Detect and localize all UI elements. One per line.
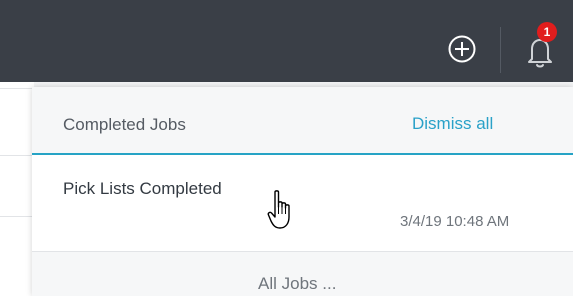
notifications-dropdown: Completed Jobs Dismiss all Pick Lists Co… (32, 87, 573, 296)
notifications-footer: All Jobs ... (32, 252, 573, 296)
notification-title: Pick Lists Completed (63, 179, 222, 198)
hand-pointer-cursor-icon (267, 190, 290, 229)
all-jobs-link[interactable]: All Jobs ... (258, 274, 336, 294)
divider (0, 155, 34, 156)
notifications-header: Completed Jobs Dismiss all (32, 87, 573, 155)
header-divider (500, 27, 501, 73)
divider (0, 216, 34, 217)
top-navigation-bar: 1 (0, 0, 573, 82)
panel-title: Completed Jobs (63, 115, 186, 134)
notification-item[interactable]: Pick Lists Completed 3/4/19 10:48 AM (32, 155, 573, 252)
add-button[interactable] (446, 33, 478, 65)
plus-circle-icon (448, 35, 476, 63)
notification-timestamp: 3/4/19 10:48 AM (400, 213, 510, 230)
notification-count-badge: 1 (537, 22, 557, 42)
dismiss-all-link[interactable]: Dismiss all (412, 114, 493, 134)
background-content-strip (0, 82, 34, 296)
divider (0, 88, 34, 89)
